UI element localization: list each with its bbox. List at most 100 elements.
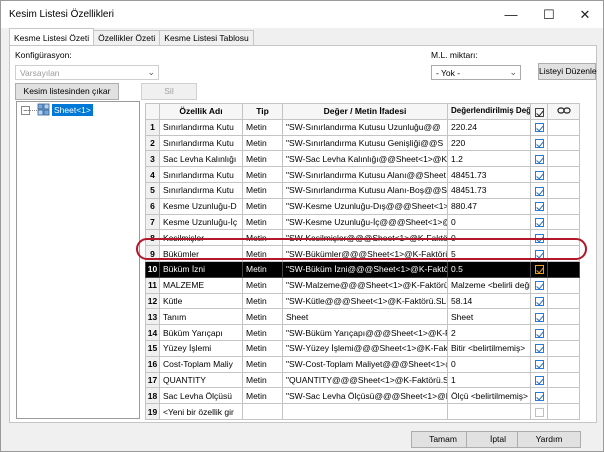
cell-property-name[interactable]: Büküm Yarıçapı [159,324,243,341]
cell-type[interactable]: Metin [242,292,283,310]
checkbox-icon[interactable] [534,344,544,354]
cell-include-checkbox[interactable] [530,308,548,326]
cell-include-checkbox[interactable] [530,355,548,373]
cell-evaluated-value[interactable]: 880.47 [447,197,531,215]
checkbox-icon[interactable] [534,297,544,307]
checkbox-icon[interactable] [534,186,544,196]
checkbox-icon[interactable] [534,328,544,338]
checkbox-icon[interactable] [534,360,544,370]
cell-evaluated-value[interactable]: Ölçü <belirtilmemiş> [447,387,531,405]
checkbox-icon[interactable] [534,407,544,417]
cell-link[interactable] [547,245,580,262]
cell-type[interactable]: Metin [242,197,283,215]
cell-type[interactable]: Metin [242,213,283,231]
cell-property-name[interactable]: Kesme Uzunluğu-İç [159,213,243,231]
cell-value-expression[interactable]: "SW-Sınırlandırma Kutusu Uzunluğu@@ [282,118,448,136]
cell-type[interactable]: Metin [242,118,283,136]
cell-link[interactable] [547,276,580,294]
cell-type[interactable] [242,403,283,420]
cell-type[interactable]: Metin [242,229,283,247]
cell-evaluated-value[interactable]: 220.24 [447,118,531,136]
cell-value-expression[interactable]: Sheet [282,308,448,326]
edit-list-button[interactable]: Listeyi Düzenle [538,63,597,80]
cell-evaluated-value[interactable]: 48451.73 [447,166,531,183]
cell-value-expression[interactable]: "SW-Bükümler@@@Sheet<1>@K-Faktörü. [282,245,448,262]
cell-type[interactable]: Metin [242,324,283,341]
cell-property-name[interactable]: Kesme Uzunluğu-D [159,197,243,215]
row-number[interactable]: 18 [145,387,160,405]
tree-item-sheet[interactable]: Sheet<1> [52,104,93,116]
cell-value-expression[interactable]: "SW-Malzeme@@@Sheet<1>@K-Faktörü. [282,276,448,294]
header-link[interactable] [547,103,580,120]
maximize-button[interactable]: ☐ [531,1,567,28]
cell-evaluated-value[interactable]: Bitir <belirtilmemiş> [447,339,531,357]
cell-link[interactable] [547,387,580,405]
cell-value-expression[interactable]: "SW-Cost-Toplam Maliyet@@@Sheet<1>@ [282,355,448,373]
cell-property-name[interactable]: Cost-Toplam Maliy [159,355,243,373]
cell-value-expression[interactable]: "QUANTITY@@@Sheet<1>@K-Faktörü.SLD [282,371,448,389]
checkbox-icon[interactable] [534,312,544,322]
table-row[interactable]: 10 Büküm İzni Metin "SW-Büküm İzni@@@Sheet<… [145,260,580,278]
cell-link[interactable] [547,355,580,373]
header-property-name[interactable]: Özellik Adı [159,103,243,120]
cell-value-expression[interactable]: "SW-Sınırlandırma Kutusu Alanı-Boş@@S [282,181,448,199]
cell-include-checkbox[interactable] [530,245,548,262]
cell-property-name[interactable]: Bükümler [159,245,243,262]
cell-value-expression[interactable] [282,403,448,420]
table-row[interactable]: 1 Sınırlandırma Kutu Metin "SW-Sınırlandırm… [145,118,580,136]
cell-property-name[interactable]: QUANTITY [159,371,243,389]
cell-include-checkbox[interactable] [530,181,548,199]
tab-properties-summary[interactable]: Özellikler Özeti [93,30,161,45]
cell-include-checkbox[interactable] [530,387,548,405]
row-number[interactable]: 13 [145,308,160,326]
row-number[interactable]: 2 [145,134,160,152]
cell-property-name[interactable]: Sac Levha Ölçüsü [159,387,243,405]
row-number[interactable]: 19 [145,403,160,420]
cell-link[interactable] [547,181,580,199]
checkbox-icon[interactable] [534,202,544,212]
cell-include-checkbox[interactable] [530,197,548,215]
cell-property-name[interactable]: Yüzey İşlemi [159,339,243,357]
cell-value-expression[interactable]: "SW-Kesilmişler@@@Sheet<1>@K-Faktörü [282,229,448,247]
row-number[interactable]: 12 [145,292,160,310]
tab-cutlist-table[interactable]: Kesme Listesi Tablosu [159,30,254,45]
cell-property-name[interactable]: Kesilmişler [159,229,243,247]
cell-value-expression[interactable]: "SW-Büküm İzni@@@Sheet<1>@K-Faktör [282,260,448,278]
table-row[interactable]: 6 Kesme Uzunluğu-D Metin "SW-Kesme Uzunluğu… [145,197,580,215]
cell-type[interactable]: Metin [242,371,283,389]
cell-link[interactable] [547,134,580,152]
table-row[interactable]: 15 Yüzey İşlemi Metin "SW-Yüzey İşlemi@@@Sh… [145,339,580,357]
minimize-button[interactable]: — [493,1,529,28]
close-button[interactable]: ✕ [567,1,603,28]
table-row[interactable]: 16 Cost-Toplam Maliy Metin "SW-Cost-Toplam … [145,355,580,373]
cell-value-expression[interactable]: "SW-Sınırlandırma Kutusu Genişliği@@S [282,134,448,152]
cell-link[interactable] [547,213,580,231]
cell-include-checkbox[interactable] [530,150,548,168]
table-row[interactable]: 9 Bükümler Metin "SW-Bükümler@@@Sheet<1>@K-… [145,245,580,262]
properties-table[interactable]: Özellik Adı Tip Değer / Metin İfadesi De… [145,103,580,420]
checkbox-icon[interactable] [534,123,544,133]
cell-value-expression[interactable]: "SW-Sınırlandırma Kutusu Alanı@@Sheet [282,166,448,183]
config-select[interactable]: Varsayılan ⌄ [15,65,159,80]
help-button[interactable]: Yardım [517,431,581,448]
cell-value-expression[interactable]: "SW-Kütle@@@Sheet<1>@K-Faktörü.SLD [282,292,448,310]
table-row[interactable]: 4 Sınırlandırma Kutu Metin "SW-Sınırlandırm… [145,166,580,183]
cell-type[interactable]: Metin [242,355,283,373]
cell-property-name[interactable]: Sınırlandırma Kutu [159,134,243,152]
cell-include-checkbox[interactable] [530,403,548,420]
cell-property-name[interactable]: <Yeni bir özellik gir [159,403,243,420]
cell-value-expression[interactable]: "SW-Büküm Yarıçapı@@@Sheet<1>@K-Fa [282,324,448,341]
cell-type[interactable]: Metin [242,150,283,168]
cell-property-name[interactable]: Tanım [159,308,243,326]
table-row[interactable]: 5 Sınırlandırma Kutu Metin "SW-Sınırlandırm… [145,181,580,199]
cell-include-checkbox[interactable] [530,134,548,152]
cell-value-expression[interactable]: "SW-Yüzey İşlemi@@@Sheet<1>@K-Faktör [282,339,448,357]
cell-property-name[interactable]: Kütle [159,292,243,310]
cell-value-expression[interactable]: "SW-Kesme Uzunluğu-İç@@@Sheet<1>@ [282,213,448,231]
table-row[interactable]: 3 Sac Levha Kalınlığı Metin "SW-Sac Levha K… [145,150,580,168]
checkbox-icon[interactable] [534,249,544,259]
ml-quantity-select[interactable]: - Yok - ⌄ [431,65,521,80]
cell-type[interactable]: Metin [242,339,283,357]
cell-property-name[interactable]: Büküm İzni [159,260,243,278]
row-number[interactable]: 6 [145,197,160,215]
